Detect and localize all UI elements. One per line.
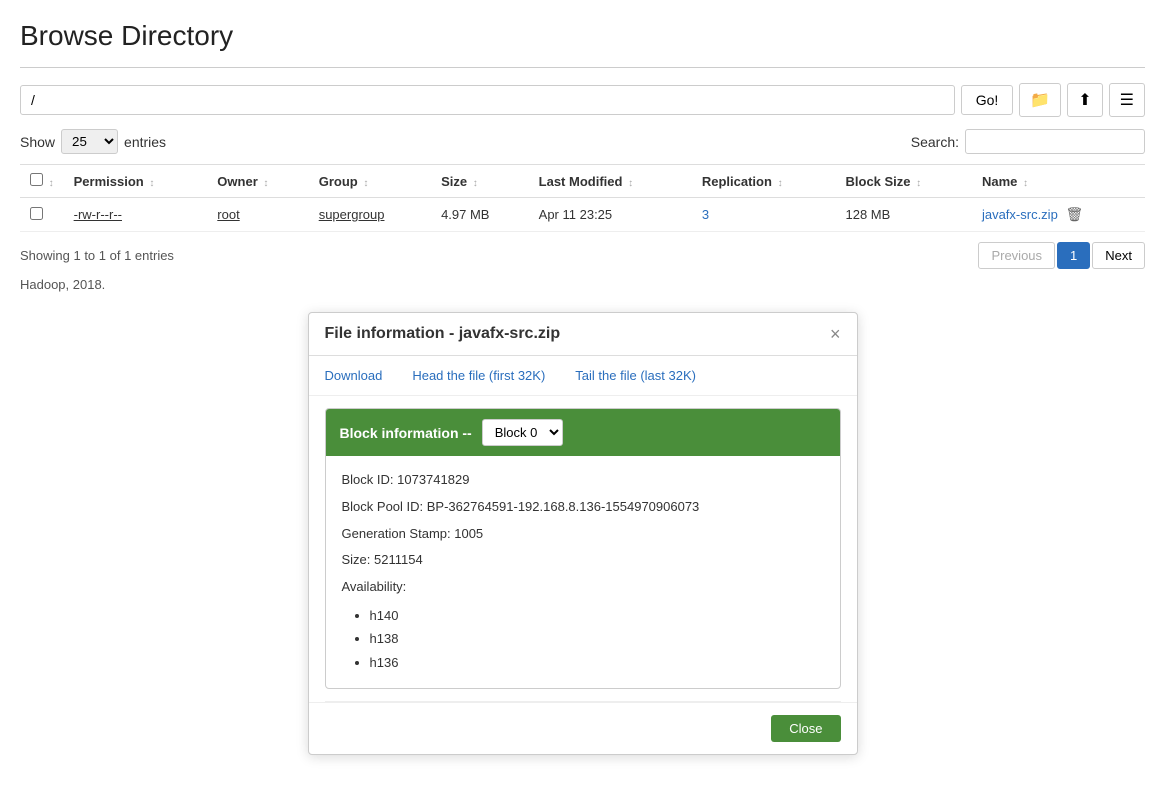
delete-icon[interactable]: 🗑 xyxy=(1065,206,1083,222)
showing-text: Showing 1 to 1 of 1 entries xyxy=(20,248,174,263)
page-1-button[interactable]: 1 xyxy=(1057,242,1090,269)
upload-icon: ⬆ xyxy=(1078,92,1091,109)
block-header: Block information -- Block 0 xyxy=(326,409,840,456)
replication-link[interactable]: 3 xyxy=(702,207,709,222)
list-icon-button[interactable]: ☰ xyxy=(1109,83,1145,117)
go-button[interactable]: Go! xyxy=(961,85,1014,115)
block-body: Block ID: 1073741829 Block Pool ID: BP-3… xyxy=(326,456,840,688)
select-all-checkbox[interactable] xyxy=(30,173,43,186)
files-table: ↕ Permission ↕ Owner ↕ Group ↕ Size ↕ La… xyxy=(20,164,1145,232)
block-pool-id: Block Pool ID: BP-362764591-192.168.8.13… xyxy=(342,497,824,518)
modal-header: File information - javafx-src.zip × xyxy=(309,313,857,356)
show-entries: Show 10 25 50 100 entries xyxy=(20,129,166,154)
file-name-link[interactable]: javafx-src.zip xyxy=(982,207,1058,222)
modal-title: File information - javafx-src.zip xyxy=(325,325,561,343)
col-block-size[interactable]: Block Size ↕ xyxy=(836,165,972,198)
entries-select[interactable]: 10 25 50 100 xyxy=(61,129,118,154)
table-row: -rw-r--r-- root supergroup 4.97 MB Apr 1… xyxy=(20,198,1145,232)
row-checkbox[interactable] xyxy=(30,207,43,220)
pagination: Previous 1 Next xyxy=(978,242,1145,269)
table-controls: Show 10 25 50 100 entries Search: xyxy=(20,129,1145,154)
col-owner[interactable]: Owner ↕ xyxy=(207,165,308,198)
sort-icon-block-size: ↕ xyxy=(916,178,921,189)
search-input[interactable] xyxy=(965,129,1145,154)
row-replication: 3 xyxy=(692,198,836,232)
title-divider xyxy=(20,67,1145,68)
owner-link[interactable]: root xyxy=(217,207,239,222)
modal-links: Download Head the file (first 32K) Tail … xyxy=(309,356,857,396)
row-size: 4.97 MB xyxy=(431,198,529,232)
col-replication[interactable]: Replication ↕ xyxy=(692,165,836,198)
block-size-value: Size: 5211154 xyxy=(342,550,824,571)
row-block-size: 128 MB xyxy=(836,198,972,232)
availability-host-1: h138 xyxy=(370,627,824,650)
row-checkbox-cell xyxy=(20,198,64,232)
next-button[interactable]: Next xyxy=(1092,242,1145,269)
permission-link[interactable]: -rw-r--r-- xyxy=(74,207,122,222)
block-id: Block ID: 1073741829 xyxy=(342,470,824,491)
group-link[interactable]: supergroup xyxy=(319,207,385,222)
download-link[interactable]: Download xyxy=(325,368,383,383)
folder-icon-button[interactable]: 📁 xyxy=(1019,83,1061,117)
col-name[interactable]: Name ↕ xyxy=(972,165,1145,198)
row-group: supergroup xyxy=(309,198,431,232)
availability-host-0: h140 xyxy=(370,604,824,627)
sort-icon-owner: ↕ xyxy=(263,178,268,189)
col-group[interactable]: Group ↕ xyxy=(309,165,431,198)
availability-list: h140 h138 h136 xyxy=(370,604,824,674)
path-input[interactable] xyxy=(20,85,955,115)
row-permission: -rw-r--r-- xyxy=(64,198,208,232)
hadoop-credit: Hadoop, 2018. xyxy=(20,277,1145,292)
block-info-section: Block information -- Block 0 Block ID: 1… xyxy=(325,408,841,689)
show-label: Show xyxy=(20,134,55,150)
modal-close-x-button[interactable]: × xyxy=(830,325,841,343)
select-all-header: ↕ xyxy=(20,165,64,198)
sort-icon-group: ↕ xyxy=(363,178,368,189)
block-info-label: Block information -- xyxy=(340,425,472,441)
table-header-row: ↕ Permission ↕ Owner ↕ Group ↕ Size ↕ La… xyxy=(20,165,1145,198)
sort-icon-replication: ↕ xyxy=(778,178,783,189)
col-permission[interactable]: Permission ↕ xyxy=(64,165,208,198)
row-owner: root xyxy=(207,198,308,232)
sort-icon-last-modified: ↕ xyxy=(628,178,633,189)
modal-overlay: File information - javafx-src.zip × Down… xyxy=(20,312,1145,755)
sort-icon-permission: ↕ xyxy=(149,178,154,189)
folder-icon: 📁 xyxy=(1030,92,1050,109)
availability-label: Availability: xyxy=(342,577,824,598)
modal-footer: Close xyxy=(309,702,857,754)
row-last-modified: Apr 11 23:25 xyxy=(529,198,692,232)
availability-host-2: h136 xyxy=(370,651,824,674)
sort-icon-select: ↕ xyxy=(49,178,54,189)
search-row: Search: xyxy=(911,129,1145,154)
col-size[interactable]: Size ↕ xyxy=(431,165,529,198)
row-name-cell: javafx-src.zip 🗑 xyxy=(972,198,1145,232)
list-icon: ☰ xyxy=(1120,92,1134,109)
entries-label: entries xyxy=(124,134,166,150)
page-title: Browse Directory xyxy=(20,20,1145,52)
sort-icon-name: ↕ xyxy=(1023,178,1028,189)
path-bar: Go! 📁 ⬆ ☰ xyxy=(20,83,1145,117)
file-info-modal: File information - javafx-src.zip × Down… xyxy=(308,312,858,755)
close-button[interactable]: Close xyxy=(771,715,840,742)
sort-icon-size: ↕ xyxy=(473,178,478,189)
search-label: Search: xyxy=(911,134,959,150)
previous-button[interactable]: Previous xyxy=(978,242,1055,269)
head-file-link[interactable]: Head the file (first 32K) xyxy=(412,368,545,383)
block-select[interactable]: Block 0 xyxy=(482,419,563,446)
upload-icon-button[interactable]: ⬆ xyxy=(1067,83,1102,117)
tail-file-link[interactable]: Tail the file (last 32K) xyxy=(575,368,696,383)
col-last-modified[interactable]: Last Modified ↕ xyxy=(529,165,692,198)
table-footer: Showing 1 to 1 of 1 entries Previous 1 N… xyxy=(20,242,1145,269)
generation-stamp: Generation Stamp: 1005 xyxy=(342,524,824,545)
